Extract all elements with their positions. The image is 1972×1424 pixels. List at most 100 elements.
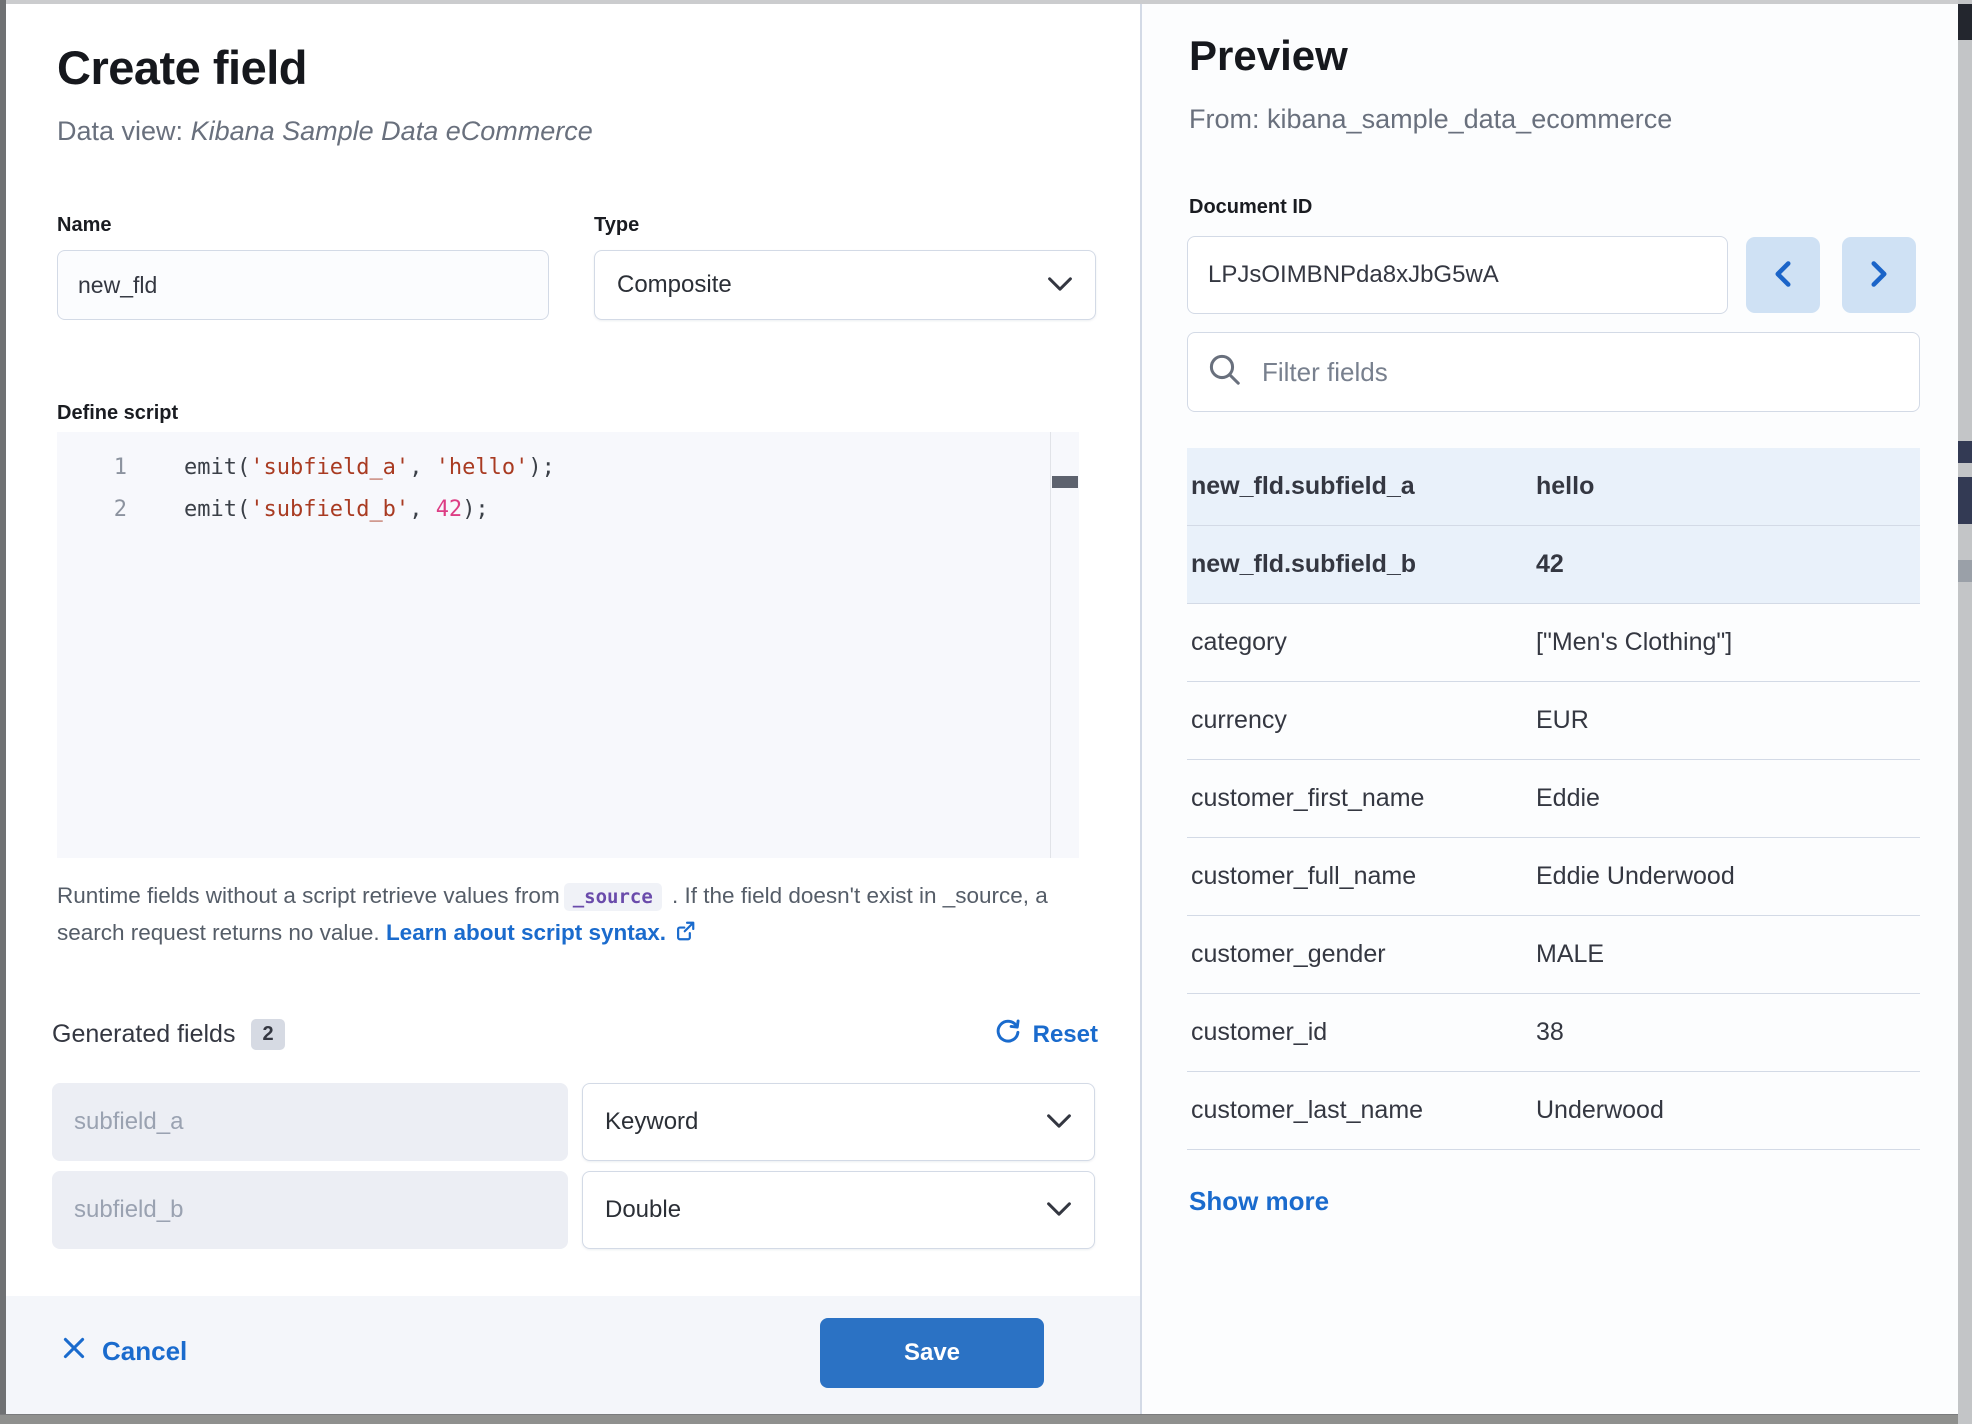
preview-title: Preview (1189, 32, 1348, 80)
source-code-badge: _source (564, 883, 662, 911)
search-icon (1208, 353, 1242, 392)
data-view-subtitle: Data view: Kibana Sample Data eCommerce (57, 116, 593, 147)
code-lines: 1 emit('subfield_a', 'hello'); 2 emit('subf… (57, 446, 1079, 530)
field-row[interactable]: category["Men's Clothing"] (1187, 604, 1920, 682)
chevron-right-icon (1866, 260, 1892, 291)
field-row[interactable]: currencyEUR (1187, 682, 1920, 760)
show-more-link[interactable]: Show more (1189, 1186, 1329, 1217)
generated-fields-header: Generated fields 2 Reset (52, 1018, 1098, 1051)
field-name: customer_gender (1187, 940, 1536, 969)
field-value: ["Men's Clothing"] (1536, 628, 1920, 657)
window-edge-bottom (0, 1414, 1972, 1424)
name-input[interactable] (57, 250, 549, 320)
field-row[interactable]: new_fld.subfield_b42 (1187, 526, 1920, 604)
window-scrollbar-segment (1958, 441, 1972, 463)
prev-document-button[interactable] (1746, 237, 1820, 313)
type-select-value: Composite (617, 271, 732, 299)
field-name: customer_last_name (1187, 1096, 1536, 1125)
script-editor[interactable]: 1 emit('subfield_a', 'hello'); 2 emit('subf… (57, 432, 1079, 858)
reset-label: Reset (1033, 1021, 1098, 1049)
window-scrollbar-strip (1958, 0, 1972, 1424)
data-view-name: Kibana Sample Data eCommerce (191, 116, 593, 146)
subfield-type-value: Keyword (605, 1108, 698, 1136)
preview-panel: Preview From: kibana_sample_data_ecommer… (1142, 4, 1958, 1414)
learn-script-syntax-label: Learn about script syntax. (386, 920, 666, 945)
type-label: Type (594, 214, 639, 237)
code-token: ); (528, 455, 555, 480)
code-token: , (409, 455, 436, 480)
line-number: 2 (57, 497, 127, 522)
window-edge-top (0, 0, 1972, 4)
field-name: customer_id (1187, 1018, 1536, 1047)
chevron-down-icon (1047, 271, 1073, 299)
learn-script-syntax-link[interactable]: Learn about script syntax. (386, 920, 696, 945)
generated-fields-rows: Keyword Double (52, 1083, 1098, 1259)
code-token: ); (462, 497, 489, 522)
field-name: customer_full_name (1187, 862, 1536, 891)
code-line: 2 emit('subfield_b', 42); (57, 488, 1079, 530)
save-button[interactable]: Save (820, 1318, 1044, 1388)
help-text-part1: Runtime fields without a script retrieve… (57, 883, 560, 908)
generated-field-row: Keyword (52, 1083, 1098, 1161)
document-id-label: Document ID (1189, 196, 1312, 219)
code-line: 1 emit('subfield_a', 'hello'); (57, 446, 1079, 488)
generated-fields-label: Generated fields (52, 1020, 235, 1049)
chevron-down-icon (1046, 1108, 1072, 1136)
data-view-label: Data view: (57, 116, 191, 146)
subfield-name-input (52, 1171, 568, 1249)
code-token: 'subfield_a' (250, 455, 409, 480)
field-name: currency (1187, 706, 1536, 735)
code-token: emit( (184, 497, 250, 522)
window-scrollbar-segment (1958, 560, 1972, 582)
code-token: 42 (436, 497, 463, 522)
subfield-type-select[interactable]: Double (582, 1171, 1095, 1249)
field-value: MALE (1536, 940, 1920, 969)
field-name: customer_first_name (1187, 784, 1536, 813)
cancel-button[interactable]: Cancel (62, 1336, 187, 1367)
field-row[interactable]: new_fld.subfield_ahello (1187, 448, 1920, 526)
flyout-footer: Cancel Save (6, 1296, 1140, 1414)
field-row[interactable]: customer_genderMALE (1187, 916, 1920, 994)
field-row[interactable]: customer_full_nameEddie Underwood (1187, 838, 1920, 916)
field-value: 38 (1536, 1018, 1920, 1047)
field-value: Underwood (1536, 1096, 1920, 1125)
window-scrollbar-segment (1958, 4, 1972, 40)
field-row[interactable]: customer_id38 (1187, 994, 1920, 1072)
field-row[interactable]: customer_first_nameEddie (1187, 760, 1920, 838)
script-help-text: Runtime fields without a script retrieve… (57, 878, 1069, 952)
field-row[interactable]: customer_last_nameUnderwood (1187, 1072, 1920, 1150)
field-value: Eddie Underwood (1536, 862, 1920, 891)
editor-scrollbar-track (1050, 432, 1051, 858)
code-token: 'hello' (436, 455, 529, 480)
next-document-button[interactable] (1842, 237, 1916, 313)
editor-scrollbar-thumb[interactable] (1052, 476, 1078, 488)
line-number: 1 (57, 455, 127, 480)
preview-from-line: From: kibana_sample_data_ecommerce (1189, 104, 1672, 135)
window-scrollbar-segment (1958, 477, 1972, 524)
field-value: hello (1536, 472, 1920, 501)
field-value: 42 (1536, 550, 1920, 579)
reset-button[interactable]: Reset (995, 1018, 1098, 1051)
generated-fields-count-badge: 2 (251, 1019, 284, 1050)
code-text: emit('subfield_b', 42); (184, 497, 489, 522)
generated-field-row: Double (52, 1171, 1098, 1249)
document-id-input[interactable] (1187, 236, 1728, 314)
code-token: 'subfield_b' (250, 497, 409, 522)
name-label: Name (57, 214, 111, 237)
subfield-type-select[interactable]: Keyword (582, 1083, 1095, 1161)
close-icon (62, 1336, 86, 1367)
page-title: Create field (57, 40, 307, 95)
cancel-label: Cancel (102, 1336, 187, 1367)
field-name: new_fld.subfield_a (1187, 472, 1536, 501)
subfield-type-value: Double (605, 1196, 681, 1224)
type-select[interactable]: Composite (594, 250, 1096, 320)
chevron-down-icon (1046, 1196, 1072, 1224)
refresh-icon (995, 1018, 1021, 1051)
code-text: emit('subfield_a', 'hello'); (184, 455, 555, 480)
chevron-left-icon (1770, 260, 1796, 291)
field-editor-flyout: Create field Data view: Kibana Sample Da… (0, 0, 1972, 1424)
code-token: emit( (184, 455, 250, 480)
filter-fields-box (1187, 332, 1920, 412)
external-link-icon (674, 922, 696, 947)
filter-fields-input[interactable] (1260, 356, 1899, 389)
